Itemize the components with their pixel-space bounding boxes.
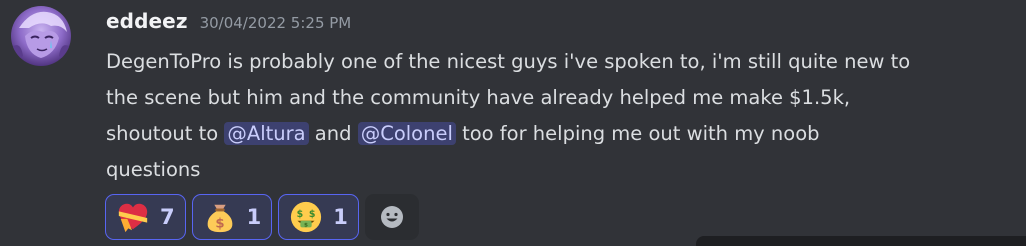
reaction-money-mouth-face[interactable]: $ $ $ 1 bbox=[278, 194, 359, 240]
chat-message: eddeez 30/04/2022 5:25 PM DegenToPro is … bbox=[0, 0, 1026, 246]
svg-text:$: $ bbox=[297, 209, 304, 220]
add-reaction-button[interactable] bbox=[364, 194, 419, 240]
message-content: DegenToPro is probably one of the nicest… bbox=[106, 44, 1016, 188]
corner-panel bbox=[696, 236, 1026, 246]
reaction-count: 1 bbox=[246, 205, 262, 229]
svg-text:$: $ bbox=[304, 222, 308, 228]
avatar-image bbox=[13, 11, 69, 60]
svg-text:$: $ bbox=[309, 209, 316, 220]
message-line: the scene but him and the community have… bbox=[106, 86, 851, 109]
reaction-heart-ribbon[interactable]: 7 bbox=[105, 194, 186, 240]
money-bag-icon: $ bbox=[207, 204, 232, 233]
username[interactable]: eddeez bbox=[106, 9, 188, 33]
reaction-money-bag[interactable]: $ 1 bbox=[191, 194, 273, 240]
avatar[interactable] bbox=[11, 6, 71, 66]
message-line: DegenToPro is probably one of the nicest… bbox=[106, 50, 911, 73]
message-line: questions bbox=[106, 158, 201, 181]
text-segment: shoutout to bbox=[106, 122, 225, 145]
heart-ribbon-icon bbox=[118, 203, 148, 233]
text-segment: and bbox=[308, 122, 358, 145]
mention-altura[interactable]: @Altura bbox=[224, 122, 309, 145]
money-mouth-face-icon: $ $ $ bbox=[291, 201, 322, 233]
text-segment: too for helping me out with my noob bbox=[455, 122, 820, 145]
svg-text:$: $ bbox=[215, 216, 224, 231]
reaction-count: 7 bbox=[160, 205, 175, 229]
reactions-bar: 7 $ 1 $ $ $ 1 bbox=[105, 194, 419, 240]
message-line: shoutout to @Altura and @Colonel too for… bbox=[106, 116, 1016, 152]
mention-colonel[interactable]: @Colonel bbox=[357, 122, 456, 145]
reaction-count: 1 bbox=[333, 205, 348, 229]
timestamp: 30/04/2022 5:25 PM bbox=[199, 14, 352, 32]
add-reaction-smiley-icon bbox=[380, 206, 403, 228]
message-header: eddeez 30/04/2022 5:25 PM bbox=[106, 9, 351, 33]
